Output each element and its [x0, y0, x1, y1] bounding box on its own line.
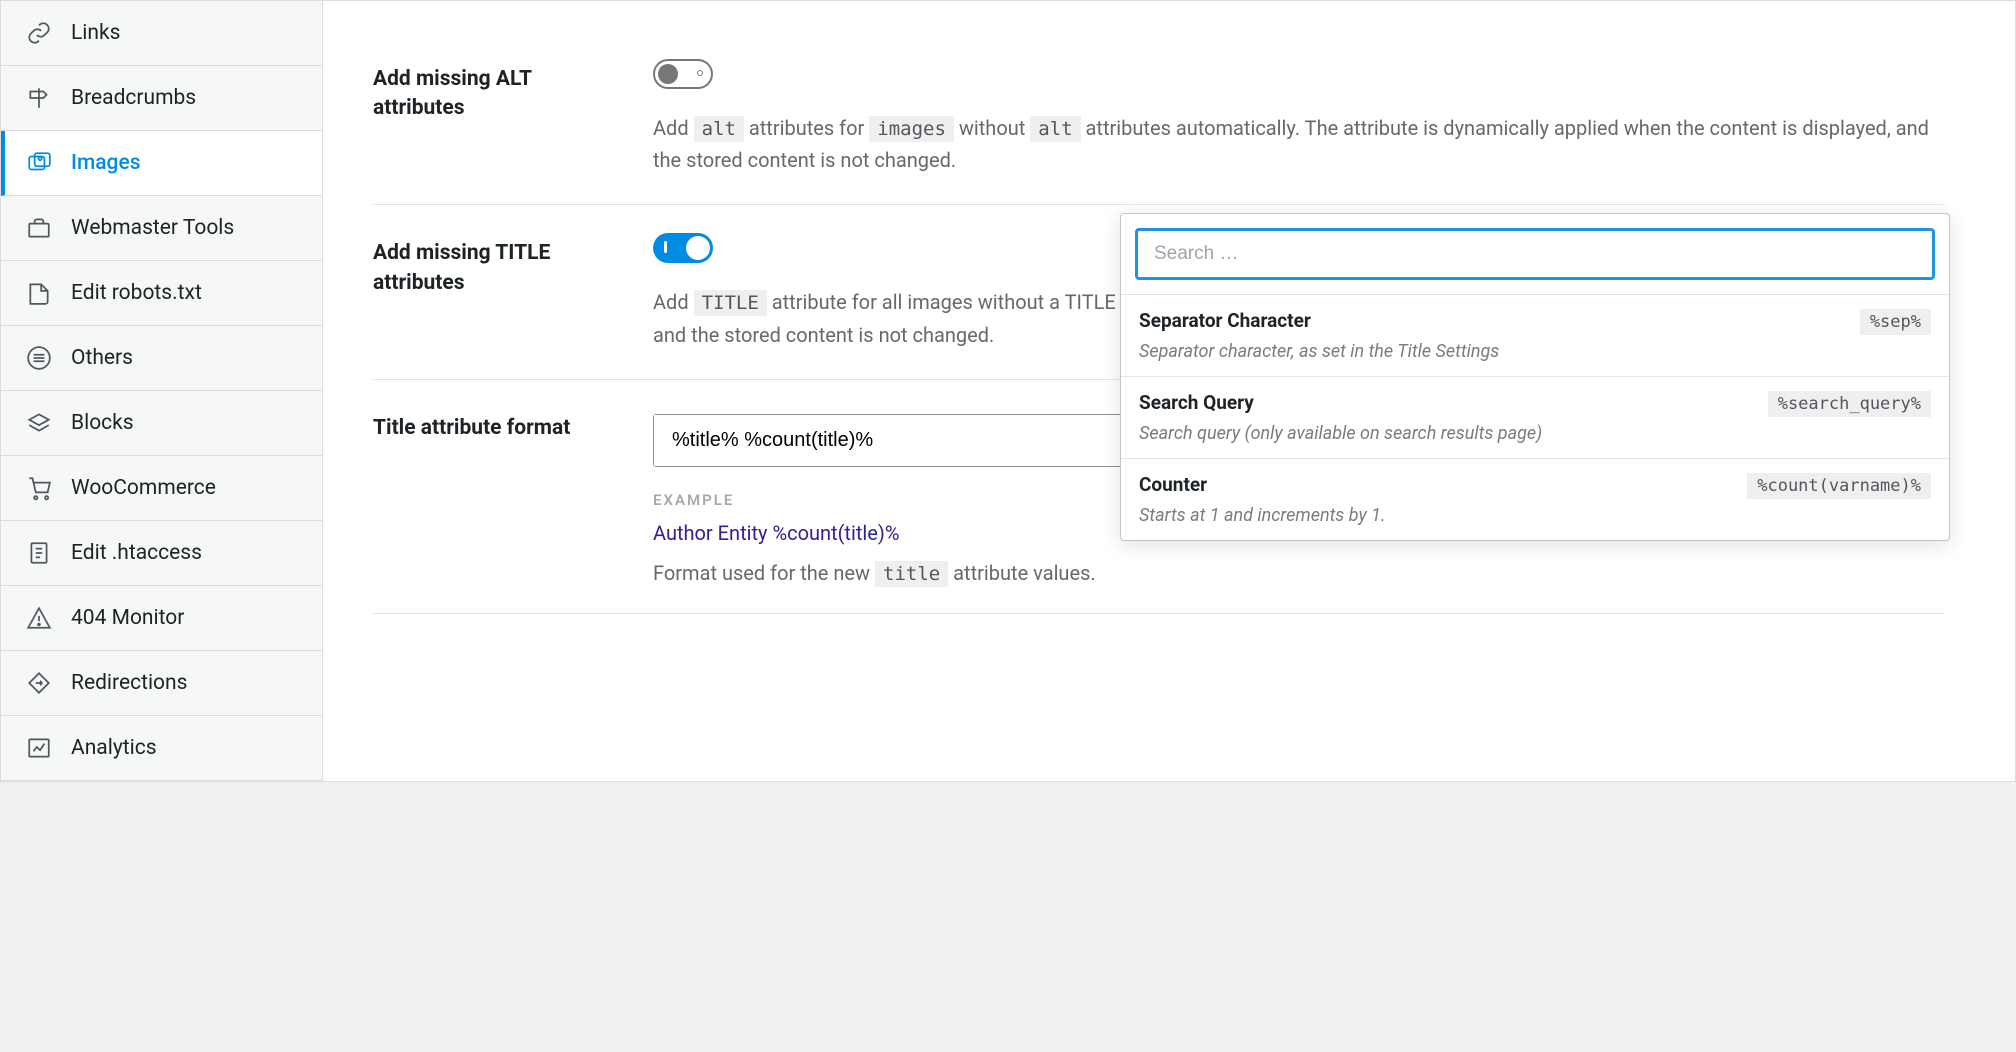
settings-sidebar: Links Breadcrumbs Images Webmaster Tools… [1, 1, 323, 781]
setting-alt-attributes: Add missing ALT attributes Add alt attri… [373, 31, 1945, 205]
sidebar-item-label: 404 Monitor [71, 606, 184, 630]
blocks-icon [25, 409, 53, 437]
variable-item-counter[interactable]: Counter %count(varname)% Starts at 1 and… [1121, 458, 1949, 540]
sidebar-item-blocks[interactable]: Blocks [1, 391, 322, 456]
link-icon [25, 19, 53, 47]
sidebar-item-others[interactable]: Others [1, 326, 322, 391]
variable-item-code: %search_query% [1768, 391, 1931, 417]
sidebar-item-woocommerce[interactable]: WooCommerce [1, 456, 322, 521]
variable-item-search-query[interactable]: Search Query %search_query% Search query… [1121, 376, 1949, 458]
variable-item-description: Search query (only available on search r… [1139, 423, 1931, 444]
sidebar-item-label: Analytics [71, 736, 157, 760]
variable-item-title: Separator Character [1139, 309, 1311, 332]
title-toggle[interactable] [653, 233, 713, 263]
variable-item-code: %count(varname)% [1747, 473, 1931, 499]
sidebar-item-label: Breadcrumbs [71, 86, 196, 110]
variable-item-code: %sep% [1860, 309, 1931, 335]
sidebar-item-label: Others [71, 346, 133, 370]
variable-item-description: Separator character, as set in the Title… [1139, 341, 1931, 362]
sidebar-item-redirections[interactable]: Redirections [1, 651, 322, 716]
sidebar-item-webmaster-tools[interactable]: Webmaster Tools [1, 196, 322, 261]
variable-item-title: Search Query [1139, 391, 1254, 414]
sidebar-item-edit-robots[interactable]: Edit robots.txt [1, 261, 322, 326]
sidebar-item-links[interactable]: Links [1, 1, 322, 66]
alt-description: Add alt attributes for images without al… [653, 112, 1945, 176]
setting-label: Add missing TITLE attributes [373, 233, 603, 350]
sidebar-item-edit-htaccess[interactable]: Edit .htaccess [1, 521, 322, 586]
redirect-icon [25, 669, 53, 697]
setting-label: Add missing ALT attributes [373, 59, 603, 176]
signpost-icon [25, 84, 53, 112]
variable-item-description: Starts at 1 and increments by 1. [1139, 505, 1931, 526]
list-icon [25, 344, 53, 372]
toolbox-icon [25, 214, 53, 242]
images-icon [25, 149, 53, 177]
setting-label: Title attribute format [373, 408, 603, 585]
alt-toggle[interactable] [653, 59, 713, 89]
analytics-icon [25, 734, 53, 762]
sidebar-item-label: Blocks [71, 411, 134, 435]
file-text-icon [25, 539, 53, 567]
cart-icon [25, 474, 53, 502]
sidebar-item-images[interactable]: Images [1, 131, 322, 196]
sidebar-item-label: Edit .htaccess [71, 541, 202, 565]
settings-content: Add missing ALT attributes Add alt attri… [323, 1, 2015, 781]
variable-item-title: Counter [1139, 473, 1207, 496]
warning-icon [25, 604, 53, 632]
sidebar-item-label: Links [71, 21, 121, 45]
example-description: Format used for the new title attribute … [653, 561, 1945, 585]
sidebar-item-label: WooCommerce [71, 476, 216, 500]
sidebar-item-analytics[interactable]: Analytics [1, 716, 322, 781]
sidebar-item-404-monitor[interactable]: 404 Monitor [1, 586, 322, 651]
file-icon [25, 279, 53, 307]
sidebar-item-label: Webmaster Tools [71, 216, 234, 240]
variable-search-input[interactable] [1135, 228, 1935, 280]
sidebar-item-label: Redirections [71, 671, 187, 695]
sidebar-item-label: Edit robots.txt [71, 281, 202, 305]
sidebar-item-label: Images [71, 151, 141, 175]
sidebar-item-breadcrumbs[interactable]: Breadcrumbs [1, 66, 322, 131]
variable-dropdown-popup: Separator Character %sep% Separator char… [1120, 213, 1950, 541]
variable-item-separator[interactable]: Separator Character %sep% Separator char… [1121, 294, 1949, 376]
